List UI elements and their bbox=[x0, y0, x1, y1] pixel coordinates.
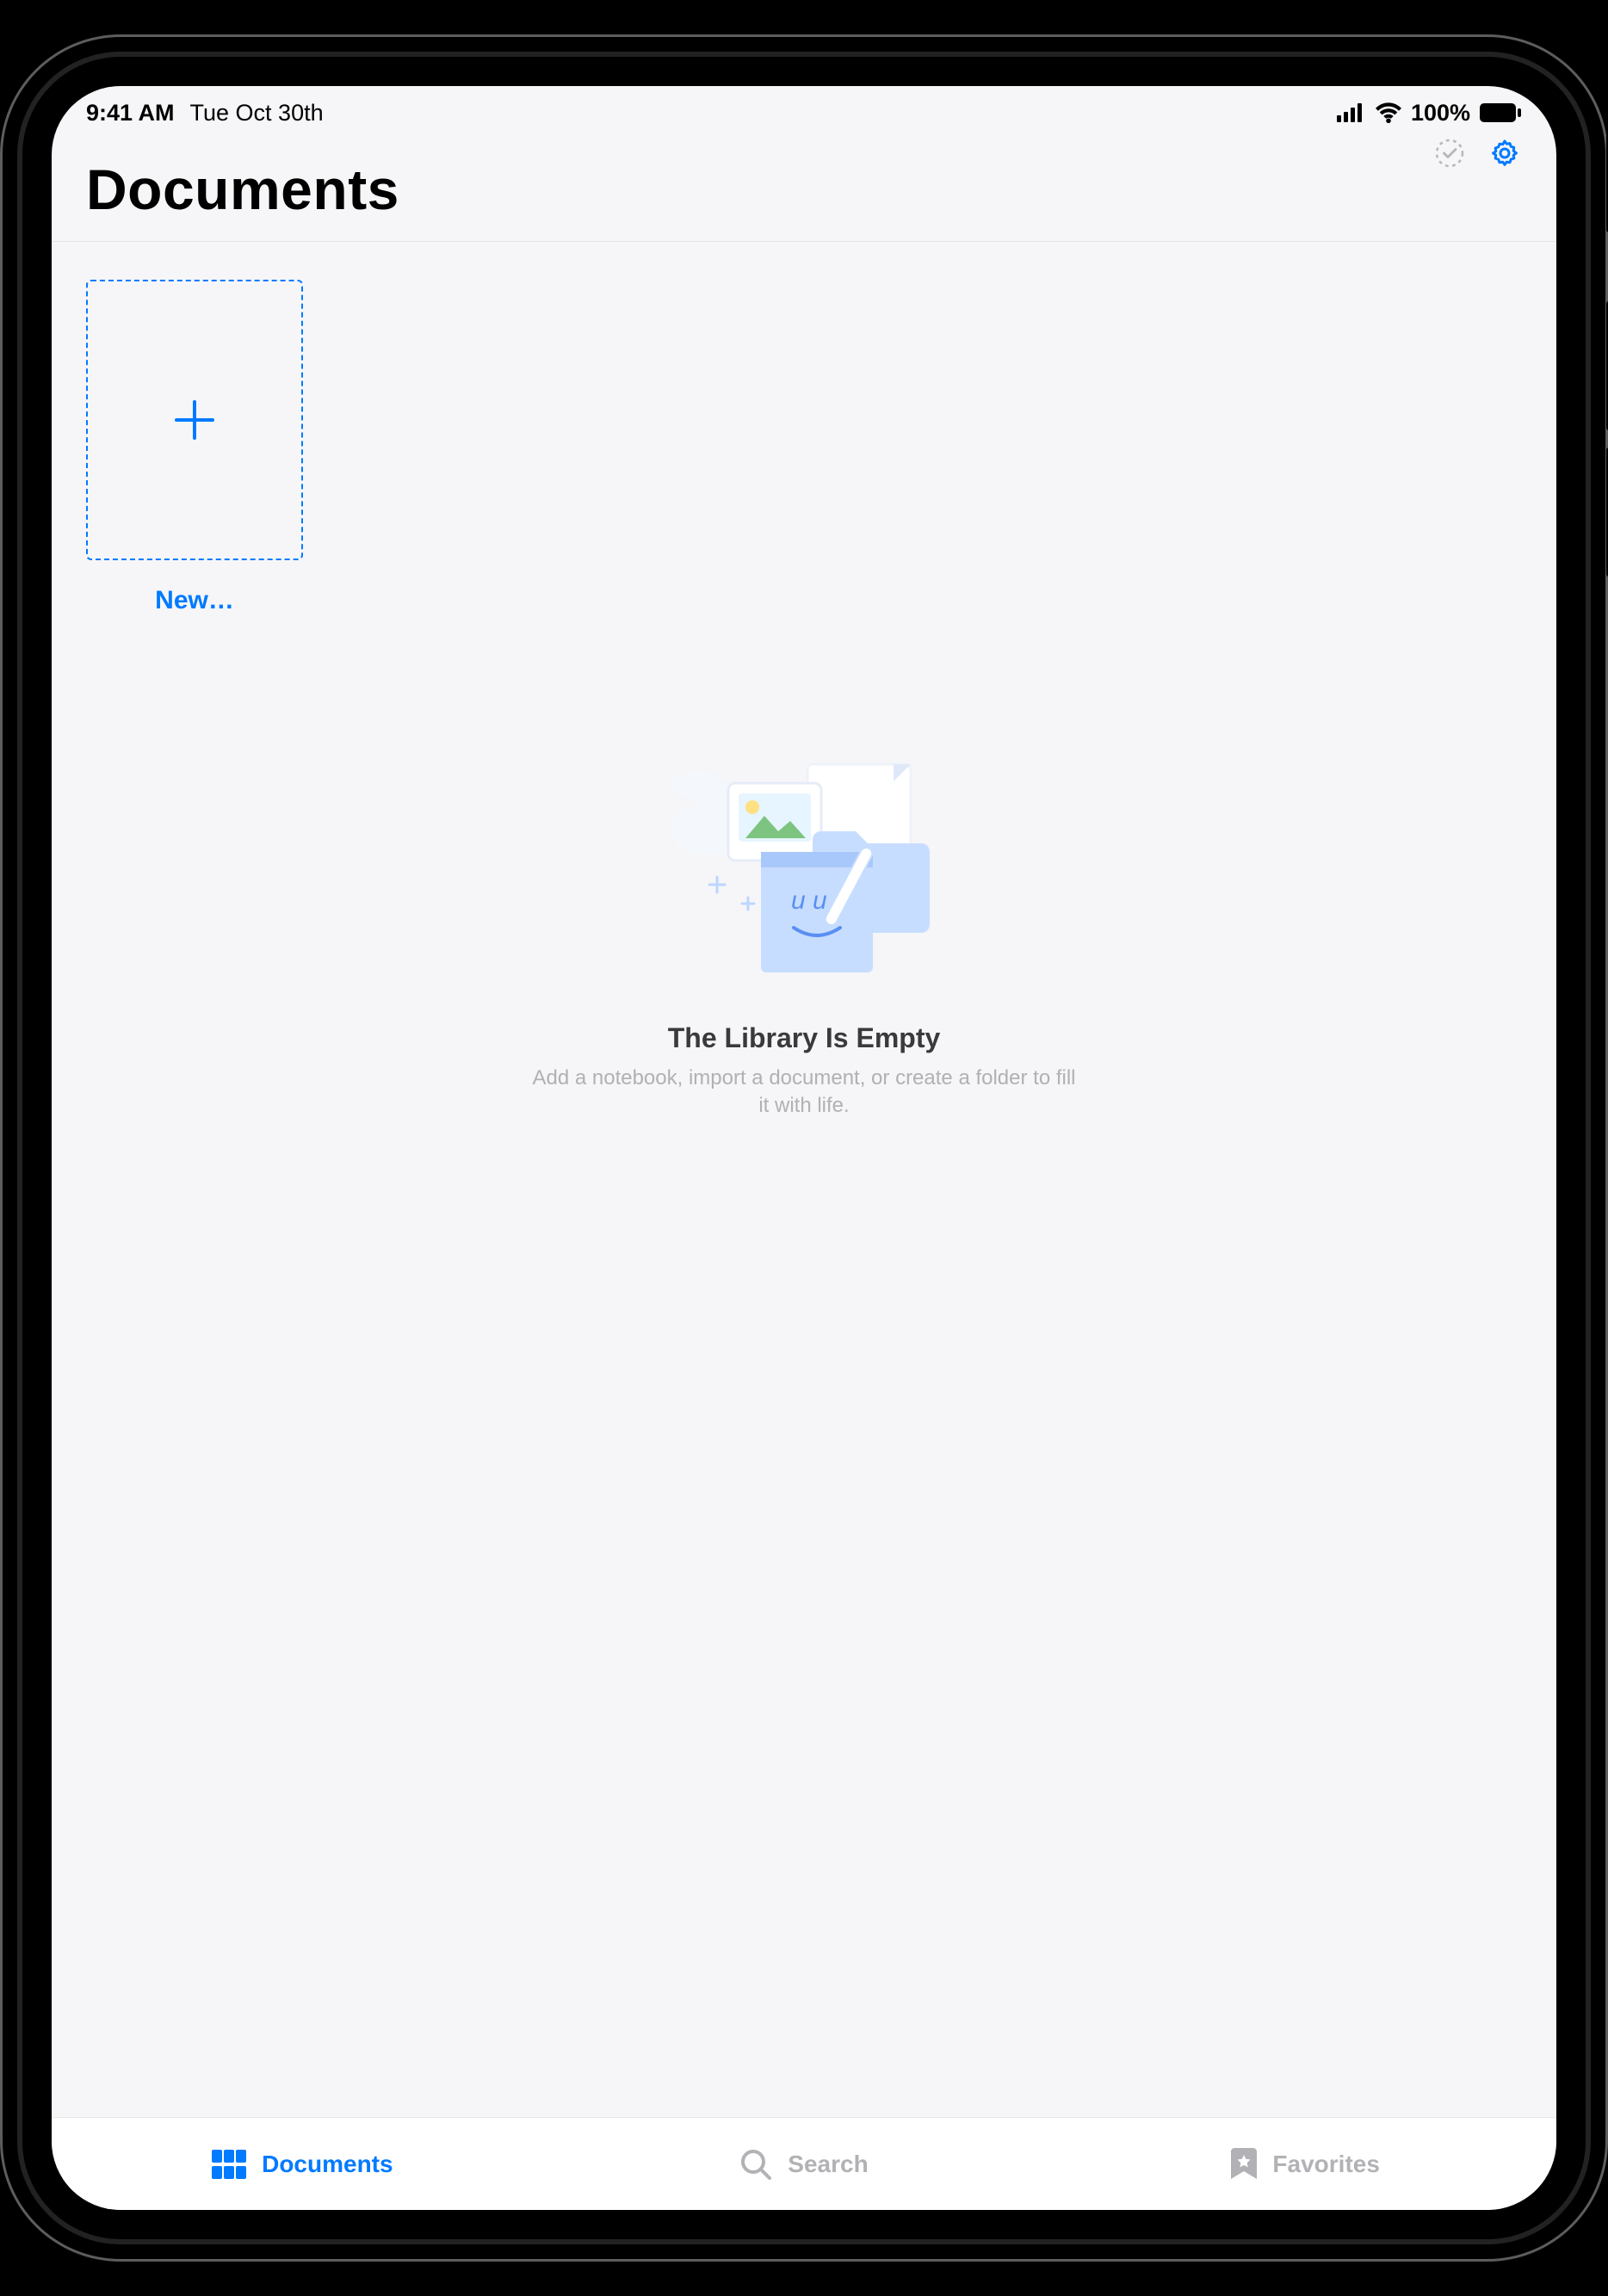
new-document-label: New… bbox=[86, 586, 303, 615]
tab-documents-label: Documents bbox=[262, 2151, 393, 2178]
empty-illustration: u u bbox=[529, 722, 1079, 980]
grid-icon bbox=[212, 2150, 246, 2179]
empty-state-title: The Library Is Empty bbox=[529, 1021, 1079, 1053]
main-content: New… bbox=[52, 242, 1556, 2117]
page-title: Documents bbox=[86, 157, 1522, 222]
plus-icon bbox=[170, 395, 220, 445]
page-header: Documents bbox=[52, 139, 1556, 242]
tab-favorites[interactable]: Favorites bbox=[1054, 2118, 1556, 2210]
battery-percent: 100% bbox=[1411, 100, 1470, 127]
cellular-icon bbox=[1337, 103, 1366, 122]
screen: 9:41 AM Tue Oct 30th 100% bbox=[52, 86, 1556, 2210]
svg-text:u u: u u bbox=[791, 886, 827, 914]
status-time: 9:41 AM bbox=[86, 100, 175, 127]
ipad-frame: 9:41 AM Tue Oct 30th 100% bbox=[0, 34, 1608, 2262]
bookmark-star-icon bbox=[1231, 2148, 1257, 2181]
tab-bar: Documents Search Favorites bbox=[52, 2117, 1556, 2210]
empty-state: u u The Library Is Empty Add a notebook,… bbox=[529, 722, 1079, 1120]
new-document-tile[interactable] bbox=[86, 280, 303, 560]
tab-favorites-label: Favorites bbox=[1272, 2151, 1380, 2178]
wifi-icon bbox=[1375, 102, 1402, 123]
status-bar: 9:41 AM Tue Oct 30th 100% bbox=[52, 86, 1556, 139]
tab-documents[interactable]: Documents bbox=[52, 2118, 554, 2210]
battery-icon bbox=[1479, 102, 1522, 123]
empty-state-subtitle: Add a notebook, import a document, or cr… bbox=[529, 1064, 1079, 1120]
settings-button[interactable] bbox=[1487, 136, 1522, 175]
tab-search[interactable]: Search bbox=[554, 2118, 1055, 2210]
select-mode-button[interactable] bbox=[1432, 136, 1467, 175]
search-icon bbox=[739, 2148, 772, 2181]
status-date: Tue Oct 30th bbox=[190, 100, 324, 127]
tab-search-label: Search bbox=[788, 2151, 868, 2178]
